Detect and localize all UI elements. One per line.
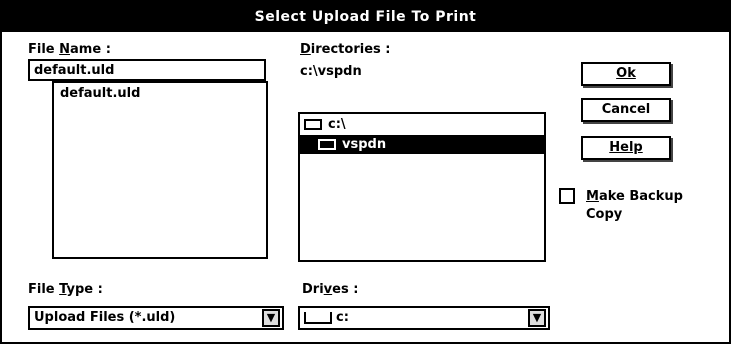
- file-type-dropdown[interactable]: Upload Files (*.uld) ▼: [28, 306, 284, 330]
- directories-label: Directories :: [300, 42, 391, 57]
- file-name-label: File Name :: [28, 42, 111, 57]
- drives-dropdown[interactable]: c: ▼: [298, 306, 550, 330]
- make-backup-checkbox[interactable]: [559, 188, 575, 204]
- directory-item-root[interactable]: c:\: [304, 117, 346, 132]
- directory-list[interactable]: c:\ vspdn: [298, 112, 546, 262]
- file-list-item[interactable]: default.uld: [60, 86, 140, 101]
- dialog-title: Select Upload File To Print: [2, 2, 729, 32]
- file-name-input[interactable]: default.uld: [28, 59, 266, 81]
- current-directory-path: c:\vspdn: [300, 64, 362, 79]
- help-button[interactable]: Help: [581, 136, 671, 160]
- drives-label: Drives :: [302, 282, 359, 297]
- dropdown-arrow-icon[interactable]: ▼: [528, 309, 546, 327]
- cancel-button[interactable]: Cancel: [581, 98, 671, 122]
- make-backup-label: Make Backup Copy: [586, 189, 683, 222]
- file-list[interactable]: default.uld: [52, 81, 268, 259]
- dialog-window: Select Upload File To Print File Name : …: [0, 0, 731, 344]
- drive-icon: [304, 311, 332, 324]
- folder-open-icon: [318, 139, 336, 150]
- file-type-value: Upload Files (*.uld): [34, 310, 176, 325]
- ok-button[interactable]: Ok: [581, 62, 671, 86]
- drives-value: c:: [304, 310, 349, 325]
- dropdown-arrow-icon[interactable]: ▼: [262, 309, 280, 327]
- directory-item-vspdn-selected[interactable]: vspdn: [300, 135, 544, 154]
- folder-icon: [304, 119, 322, 130]
- file-name-value: default.uld: [34, 63, 115, 78]
- file-type-label: File Type :: [28, 282, 103, 297]
